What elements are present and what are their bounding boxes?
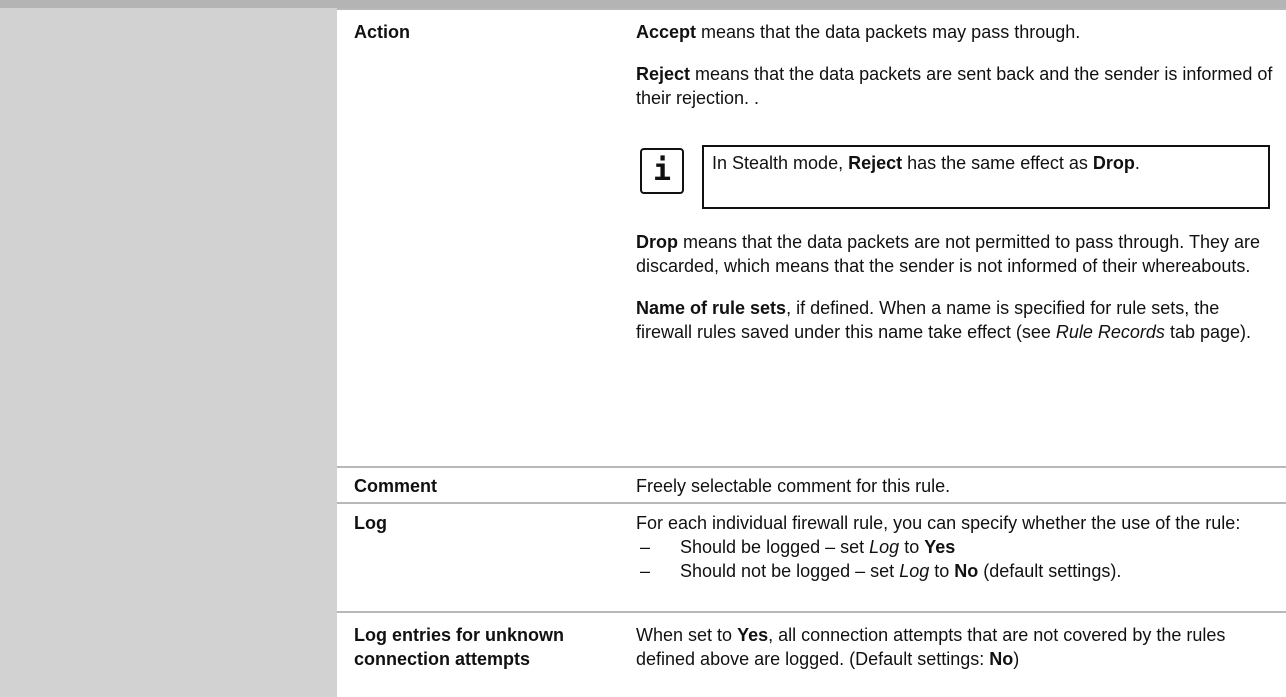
accept-term: Accept	[636, 22, 697, 42]
note-text-pre: In Stealth mode,	[712, 153, 849, 173]
note-drop: Drop	[1092, 153, 1135, 173]
log-intro: For each individual firewall rule, you c…	[636, 513, 1241, 533]
info-note: i In Stealth mode, Reject has the same e…	[636, 145, 1274, 211]
rulesets-term: Name of rule sets	[636, 298, 787, 318]
log-option-item: Should be logged – set Log to Yes	[636, 535, 1276, 559]
rule-records-ref: Rule Records	[1055, 322, 1165, 342]
note-reject: Reject	[848, 153, 903, 173]
row-divider	[337, 8, 1286, 10]
accept-text: means that the data packets may pass thr…	[696, 22, 1081, 42]
drop-paragraph: Drop means that the data packets are not…	[636, 230, 1276, 278]
info-icon: i	[640, 148, 684, 194]
accept-paragraph: Accept means that the data packets may p…	[636, 20, 1276, 44]
rulesets-paragraph: Name of rule sets, if defined. When a na…	[636, 296, 1276, 344]
note-box: In Stealth mode, Reject has the same eff…	[702, 145, 1270, 209]
reject-paragraph: Reject means that the data packets are s…	[636, 62, 1276, 110]
comment-description: Freely selectable comment for this rule.	[636, 476, 951, 496]
row-divider	[337, 611, 1286, 613]
reject-term: Reject	[636, 64, 691, 84]
log-options-list: Should be logged – set Log to Yes Should…	[636, 535, 1276, 583]
unknown-connections-description: When set to Yes, all connection attempts…	[636, 625, 1226, 669]
drop-text: means that the data packets are not perm…	[636, 232, 1261, 276]
action-description-top: Accept means that the data packets may p…	[636, 20, 1276, 128]
term-log-unknown-connections: Log entries for unknown connection attem…	[354, 625, 564, 669]
note-text-post: .	[1134, 153, 1140, 173]
row-divider	[337, 466, 1286, 468]
log-option-item: Should not be logged – set Log to No (de…	[636, 559, 1276, 583]
reject-text: means that the data packets are sent bac…	[636, 64, 1273, 108]
log-description: For each individual firewall rule, you c…	[636, 511, 1276, 583]
left-margin-column	[0, 8, 337, 697]
row-divider	[337, 502, 1286, 504]
note-text-mid: has the same effect as	[902, 153, 1093, 173]
term-action: Action	[354, 22, 410, 42]
drop-term: Drop	[636, 232, 678, 252]
header-band	[0, 0, 1286, 8]
rulesets-text-end: tab page).	[1164, 322, 1251, 342]
term-comment: Comment	[354, 476, 438, 496]
action-description-bottom: Drop means that the data packets are not…	[636, 230, 1276, 362]
term-log: Log	[354, 513, 387, 533]
